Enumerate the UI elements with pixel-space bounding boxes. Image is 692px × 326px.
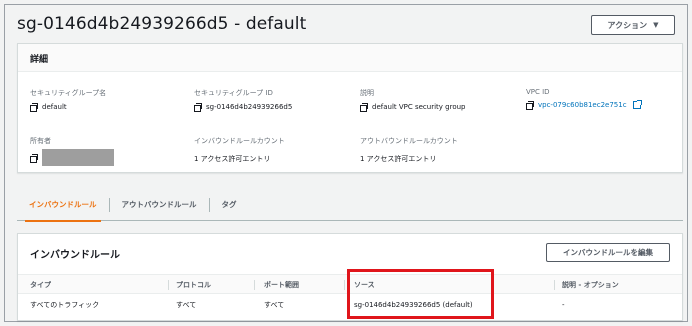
cell-protocol: すべて — [176, 301, 197, 309]
field-value: default — [42, 103, 67, 111]
field-value: default VPC security group — [372, 103, 466, 111]
field-label: インバウンドルールカウント — [194, 137, 285, 145]
field-sg-name: セキュリティグループ名 default — [30, 88, 107, 112]
external-link-icon[interactable] — [632, 100, 642, 109]
caret-down-icon: ▼ — [653, 21, 659, 29]
field-owner: 所有者 — [30, 136, 114, 166]
table-header: タイプ プロトコル ポート範囲 ソース 説明 - オプション — [18, 274, 682, 294]
field-sg-id: セキュリティグループ ID sg-0146d4b24939266d5 — [194, 88, 293, 112]
vpc-id-link[interactable]: vpc-079c60b81ec2e751c — [538, 101, 627, 109]
table-row[interactable]: すべてのトラフィック すべて すべて sg-0146d4b24939266d5 … — [18, 295, 682, 315]
cell-description: - — [562, 301, 565, 309]
tab-bar: インバウンドルール アウトバウンドルール タグ — [17, 189, 683, 222]
field-inbound-count: インバウンドルールカウント 1 アクセス許可エントリ — [194, 136, 285, 164]
field-label: アウトバウンドルールカウント — [360, 137, 458, 145]
column-header-protocol[interactable]: プロトコル — [176, 275, 211, 295]
copy-icon[interactable] — [194, 103, 202, 112]
copy-icon[interactable] — [30, 153, 38, 163]
field-label: セキュリティグループ ID — [194, 89, 273, 97]
cell-type: すべてのトラフィック — [30, 301, 100, 309]
copy-icon[interactable] — [360, 103, 368, 112]
copy-icon[interactable] — [526, 101, 534, 110]
inbound-rules-title: インバウンドルール — [30, 250, 120, 261]
field-label: セキュリティグループ名 — [30, 89, 107, 97]
column-header-port-range[interactable]: ポート範囲 — [264, 275, 299, 295]
edit-inbound-rules-button[interactable]: インバウンドルールを編集 — [546, 243, 670, 262]
security-group-page: sg-0146d4b24939266d5 - default アクション ▼ 詳… — [4, 4, 688, 322]
page-title: sg-0146d4b24939266d5 - default — [17, 14, 307, 34]
details-panel: 詳細 セキュリティグループ名 default セキュリティグループ ID sg-… — [17, 43, 683, 173]
column-divider — [254, 280, 255, 290]
cell-source: sg-0146d4b24939266d5 (default) — [354, 301, 473, 309]
column-header-description[interactable]: 説明 - オプション — [562, 275, 619, 295]
field-label: VPC ID — [526, 88, 550, 96]
column-divider — [344, 280, 345, 290]
field-description: 説明 default VPC security group — [360, 88, 466, 112]
tab-inbound-rules[interactable]: インバウンドルール — [17, 189, 109, 222]
field-value: 1 アクセス許可エントリ — [194, 155, 271, 163]
tab-outbound-rules[interactable]: アウトバウンドルール — [110, 189, 209, 221]
column-divider — [168, 280, 169, 290]
column-header-source[interactable]: ソース — [354, 275, 375, 295]
tab-tags[interactable]: タグ — [210, 189, 249, 221]
details-heading: 詳細 — [18, 44, 682, 72]
field-label: 説明 — [360, 89, 374, 97]
actions-button-label: アクション — [607, 20, 648, 30]
field-value: sg-0146d4b24939266d5 — [206, 103, 293, 111]
redacted-owner-value — [42, 149, 114, 166]
field-value: 1 アクセス許可エントリ — [360, 155, 437, 163]
column-header-type[interactable]: タイプ — [30, 275, 51, 295]
cell-port-range: すべて — [264, 301, 285, 309]
copy-icon[interactable] — [30, 103, 38, 112]
actions-button[interactable]: アクション ▼ — [591, 15, 675, 35]
field-label: 所有者 — [30, 137, 51, 145]
field-outbound-count: アウトバウンドルールカウント 1 アクセス許可エントリ — [360, 136, 458, 164]
column-divider — [554, 280, 555, 290]
field-vpc-id: VPC ID vpc-079c60b81ec2e751c — [526, 88, 642, 110]
inbound-rules-panel: インバウンドルール インバウンドルールを編集 タイプ プロトコル ポート範囲 ソ… — [17, 233, 683, 321]
